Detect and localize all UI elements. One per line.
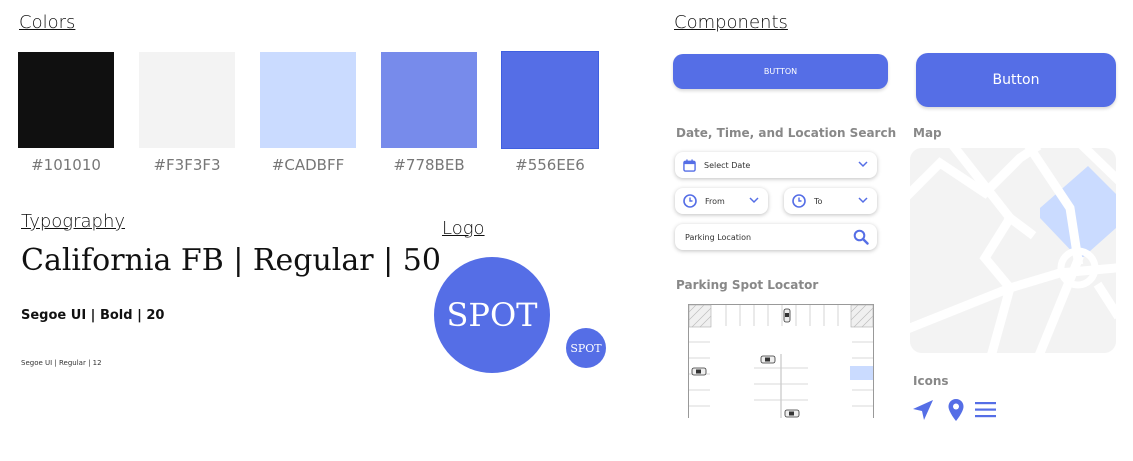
swatch-label: #101010	[31, 156, 101, 174]
typography-sample-large: California FB | Regular | 50	[21, 243, 441, 278]
swatch-556ee6	[501, 51, 599, 149]
location-search-input[interactable]: Parking Location	[675, 224, 877, 250]
small-button[interactable]: BUTTON	[673, 54, 888, 89]
clock-icon	[683, 194, 697, 208]
typography-sample-small: Segoe UI | Regular | 12	[21, 359, 102, 367]
hamburger-menu-icon	[975, 401, 996, 423]
chevron-down-icon	[858, 196, 868, 206]
chevron-down-icon	[749, 196, 759, 206]
location-pin-icon	[947, 398, 965, 427]
swatch-101010	[18, 52, 114, 148]
swatch-f3f3f3	[139, 52, 235, 148]
locator-title: Parking Spot Locator	[676, 278, 819, 292]
swatch-cadbff	[260, 52, 356, 148]
swatch-label: #778BEB	[393, 156, 465, 174]
large-button[interactable]: Button	[916, 53, 1116, 107]
logo-small: SPOT	[566, 328, 606, 368]
typography-sample-medium: Segoe UI | Bold | 20	[21, 308, 165, 323]
from-time-select[interactable]: From	[675, 188, 768, 214]
logo-large-text: SPOT	[446, 296, 538, 334]
date-select-placeholder: Select Date	[704, 160, 751, 170]
swatch-778beb	[381, 52, 477, 148]
colors-heading: Colors	[19, 12, 76, 33]
date-select[interactable]: Select Date	[675, 152, 877, 178]
logo-small-text: SPOT	[570, 341, 602, 355]
parking-lot-map[interactable]	[688, 304, 874, 418]
calendar-icon	[683, 158, 696, 172]
swatch-label: #556EE6	[515, 156, 585, 174]
icons-title: Icons	[913, 374, 949, 388]
chevron-down-icon	[858, 160, 868, 170]
clock-icon	[792, 194, 806, 208]
map-title: Map	[913, 126, 942, 140]
search-title: Date, Time, and Location Search	[676, 126, 897, 140]
components-heading: Components	[674, 12, 788, 33]
typography-heading: Typography	[21, 211, 126, 232]
logo-heading: Logo	[442, 218, 485, 239]
map-view[interactable]	[910, 148, 1116, 353]
location-search-placeholder: Parking Location	[685, 232, 752, 242]
swatch-label: #CADBFF	[271, 156, 345, 174]
search-icon[interactable]	[853, 229, 869, 247]
navigation-arrow-icon	[912, 399, 934, 426]
to-time-select[interactable]: To	[784, 188, 877, 214]
logo-large: SPOT	[434, 257, 550, 373]
swatch-label: #F3F3F3	[153, 156, 221, 174]
